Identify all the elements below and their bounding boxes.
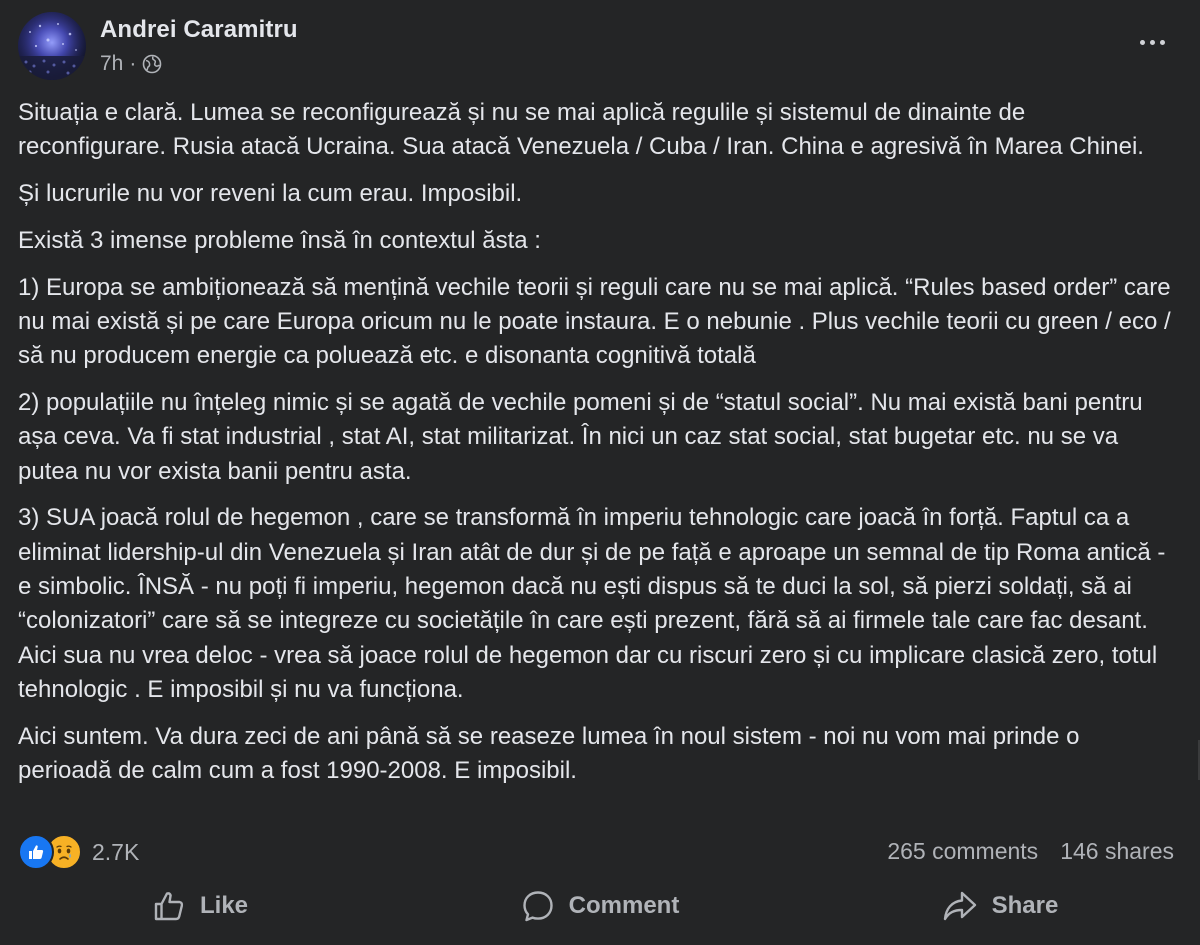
- comment-icon: [522, 891, 553, 922]
- like-button[interactable]: Like: [0, 872, 400, 940]
- globe-icon[interactable]: [142, 54, 162, 74]
- post-paragraph: Și lucrurile nu vor reveni la cum erau. …: [18, 180, 523, 208]
- like-icon: [154, 892, 184, 921]
- more-dot: [1159, 39, 1165, 45]
- post-paragraph: 2) populațiile nu înțeleg nimic și se ag…: [18, 389, 1143, 485]
- more-dot: [1139, 39, 1145, 45]
- share-label: Share: [991, 892, 1059, 919]
- share-button[interactable]: Share: [800, 872, 1200, 940]
- comments-count[interactable]: 265 comments: [887, 838, 1038, 865]
- like-reaction-icon: [18, 834, 54, 870]
- author-name[interactable]: Andrei Caramitru: [100, 16, 298, 44]
- meta-separator: ·: [129, 52, 137, 75]
- post-header: Andrei Caramitru 7h ·: [18, 12, 1182, 82]
- comment-label: Comment: [568, 892, 680, 919]
- post-time[interactable]: 7h: [100, 52, 123, 76]
- avatar[interactable]: [18, 12, 86, 80]
- post-paragraph: Aici suntem. Va dura zeci de ani până să…: [18, 722, 1080, 785]
- post-paragraph: Există 3 imense probleme însă în context…: [18, 226, 541, 254]
- post-paragraph: 3) SUA joacă rolul de hegemon , care se …: [18, 504, 1166, 703]
- post-actions: Like Comment Share: [0, 872, 1200, 940]
- post-paragraph: 1) Europa se ambiționează să mențină vec…: [18, 273, 1171, 370]
- post-meta: 7h ·: [100, 52, 162, 76]
- more-dot: [1149, 39, 1155, 45]
- post-body: Situația e clară. Lumea se reconfigureaz…: [18, 96, 1178, 801]
- like-label: Like: [199, 892, 249, 919]
- comment-button[interactable]: Comment: [400, 872, 800, 940]
- share-icon: [943, 891, 976, 921]
- post-card: Andrei Caramitru 7h · Situația e clară. …: [0, 0, 1200, 945]
- reactions-count: 2.7K: [92, 838, 140, 865]
- more-options-button[interactable]: [1132, 30, 1172, 54]
- post-paragraph: Situația e clară. Lumea se reconfigureaz…: [18, 99, 1144, 161]
- reactions-summary[interactable]: 2.7K: [18, 834, 139, 870]
- engagement-counts: 265 comments 146 shares: [887, 838, 1174, 865]
- shares-count[interactable]: 146 shares: [1060, 838, 1174, 865]
- post-stats: 2.7K 265 comments 146 shares: [18, 832, 1174, 872]
